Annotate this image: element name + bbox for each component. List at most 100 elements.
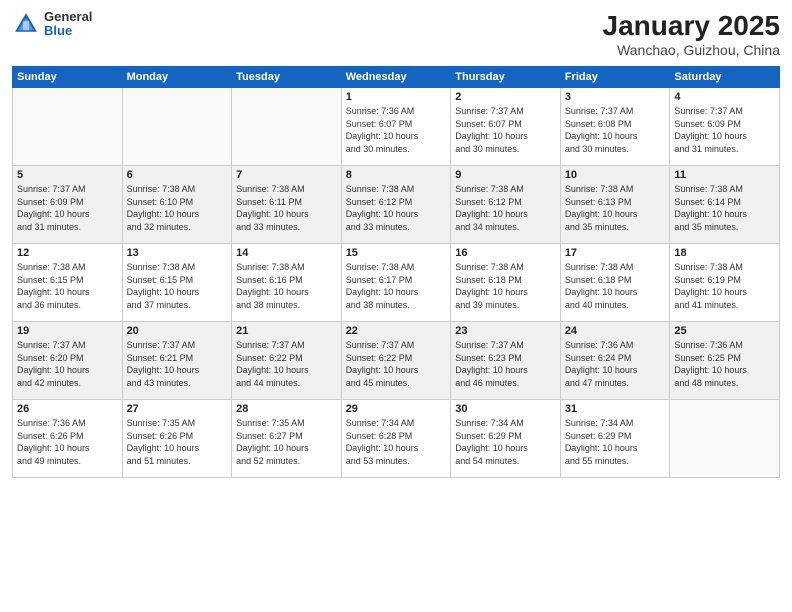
day-info: Sunrise: 7:34 AM Sunset: 6:29 PM Dayligh…	[565, 417, 666, 467]
day-number: 24	[565, 325, 666, 337]
day-info: Sunrise: 7:38 AM Sunset: 6:19 PM Dayligh…	[674, 261, 775, 311]
day-number: 26	[17, 403, 118, 415]
day-number: 25	[674, 325, 775, 337]
table-row: 4 Sunrise: 7:37 AM Sunset: 6:09 PM Daylig…	[670, 88, 780, 166]
col-tuesday: Tuesday	[232, 67, 342, 88]
col-wednesday: Wednesday	[341, 67, 451, 88]
day-number: 22	[346, 325, 447, 337]
day-number: 14	[236, 247, 337, 259]
table-row	[13, 88, 123, 166]
day-number: 18	[674, 247, 775, 259]
table-row: 12Sunrise: 7:38 AM Sunset: 6:15 PM Dayli…	[13, 244, 123, 322]
table-row: 19 Sunrise: 7:37 AM Sunset: 6:20 PM Dayli…	[13, 322, 123, 400]
day-number: 30	[455, 403, 556, 415]
day-number: 5	[17, 169, 118, 181]
table-row: 5 Sunrise: 7:37 AM Sunset: 6:09 PM Daylig…	[13, 166, 123, 244]
day-number: 10	[565, 169, 666, 181]
table-row: 28 Sunrise: 7:35 AM Sunset: 6:27 PM Dayli…	[232, 400, 342, 478]
table-row: 21 Sunrise: 7:37 AM Sunset: 6:22 PM Dayli…	[232, 322, 342, 400]
day-number: 16	[455, 247, 556, 259]
table-row: 3Sunrise: 7:37 AM Sunset: 6:08 PM Daylig…	[560, 88, 670, 166]
day-info: Sunrise: 7:38 AM Sunset: 6:13 PM Dayligh…	[565, 183, 666, 233]
table-row	[122, 88, 232, 166]
day-number: 28	[236, 403, 337, 415]
day-number: 1	[346, 91, 447, 103]
day-number: 7	[236, 169, 337, 181]
header: General Blue January 2025 Wanchao, Guizh…	[12, 10, 780, 58]
table-row: 22 Sunrise: 7:37 AM Sunset: 6:22 PM Dayli…	[341, 322, 451, 400]
table-row: 30 Sunrise: 7:34 AM Sunset: 6:29 PM Dayli…	[451, 400, 561, 478]
day-number: 17	[565, 247, 666, 259]
logo-general-text: General	[44, 10, 92, 24]
col-monday: Monday	[122, 67, 232, 88]
table-row: 24 Sunrise: 7:36 AM Sunset: 6:24 PM Dayli…	[560, 322, 670, 400]
day-info: Sunrise: 7:37 AM Sunset: 6:07 PM Dayligh…	[455, 105, 556, 155]
table-row: 1 Sunrise: 7:36 AM Sunset: 6:07 PM Daylig…	[341, 88, 451, 166]
table-row	[670, 400, 780, 478]
day-number: 29	[346, 403, 447, 415]
table-row: 7 Sunrise: 7:38 AM Sunset: 6:11 PM Daylig…	[232, 166, 342, 244]
col-sunday: Sunday	[13, 67, 123, 88]
day-info: Sunrise: 7:34 AM Sunset: 6:29 PM Dayligh…	[455, 417, 556, 467]
table-row: 20Sunrise: 7:37 AM Sunset: 6:21 PM Dayli…	[122, 322, 232, 400]
day-info: Sunrise: 7:38 AM Sunset: 6:17 PM Dayligh…	[346, 261, 447, 311]
day-number: 13	[127, 247, 228, 259]
day-info: Sunrise: 7:38 AM Sunset: 6:18 PM Dayligh…	[565, 261, 666, 311]
calendar-week-row: 1 Sunrise: 7:36 AM Sunset: 6:07 PM Daylig…	[13, 88, 780, 166]
logo-text: General Blue	[44, 10, 92, 39]
table-row: 8Sunrise: 7:38 AM Sunset: 6:12 PM Daylig…	[341, 166, 451, 244]
table-row: 11Sunrise: 7:38 AM Sunset: 6:14 PM Dayli…	[670, 166, 780, 244]
day-info: Sunrise: 7:38 AM Sunset: 6:11 PM Dayligh…	[236, 183, 337, 233]
day-number: 8	[346, 169, 447, 181]
day-number: 4	[674, 91, 775, 103]
calendar-table: Sunday Monday Tuesday Wednesday Thursday…	[12, 66, 780, 478]
table-row: 17 Sunrise: 7:38 AM Sunset: 6:18 PM Dayli…	[560, 244, 670, 322]
table-row: 10 Sunrise: 7:38 AM Sunset: 6:13 PM Dayli…	[560, 166, 670, 244]
table-row: 31Sunrise: 7:34 AM Sunset: 6:29 PM Dayli…	[560, 400, 670, 478]
table-row: 2 Sunrise: 7:37 AM Sunset: 6:07 PM Daylig…	[451, 88, 561, 166]
table-row: 23Sunrise: 7:37 AM Sunset: 6:23 PM Dayli…	[451, 322, 561, 400]
table-row: 14 Sunrise: 7:38 AM Sunset: 6:16 PM Dayli…	[232, 244, 342, 322]
table-row: 25Sunrise: 7:36 AM Sunset: 6:25 PM Dayli…	[670, 322, 780, 400]
day-info: Sunrise: 7:36 AM Sunset: 6:07 PM Dayligh…	[346, 105, 447, 155]
day-info: Sunrise: 7:35 AM Sunset: 6:27 PM Dayligh…	[236, 417, 337, 467]
day-info: Sunrise: 7:37 AM Sunset: 6:21 PM Dayligh…	[127, 339, 228, 389]
day-info: Sunrise: 7:37 AM Sunset: 6:22 PM Dayligh…	[346, 339, 447, 389]
day-info: Sunrise: 7:38 AM Sunset: 6:18 PM Dayligh…	[455, 261, 556, 311]
day-info: Sunrise: 7:37 AM Sunset: 6:08 PM Dayligh…	[565, 105, 666, 155]
day-number: 21	[236, 325, 337, 337]
table-row: 26Sunrise: 7:36 AM Sunset: 6:26 PM Dayli…	[13, 400, 123, 478]
table-row: 29 Sunrise: 7:34 AM Sunset: 6:28 PM Dayli…	[341, 400, 451, 478]
day-number: 27	[127, 403, 228, 415]
calendar-subtitle: Wanchao, Guizhou, China	[603, 42, 780, 58]
logo: General Blue	[12, 10, 92, 39]
day-number: 19	[17, 325, 118, 337]
day-number: 2	[455, 91, 556, 103]
day-info: Sunrise: 7:37 AM Sunset: 6:09 PM Dayligh…	[17, 183, 118, 233]
day-number: 9	[455, 169, 556, 181]
day-number: 12	[17, 247, 118, 259]
calendar-week-row: 5 Sunrise: 7:37 AM Sunset: 6:09 PM Daylig…	[13, 166, 780, 244]
table-row: 16 Sunrise: 7:38 AM Sunset: 6:18 PM Dayli…	[451, 244, 561, 322]
col-friday: Friday	[560, 67, 670, 88]
day-info: Sunrise: 7:38 AM Sunset: 6:16 PM Dayligh…	[236, 261, 337, 311]
table-row: 6Sunrise: 7:38 AM Sunset: 6:10 PM Daylig…	[122, 166, 232, 244]
day-info: Sunrise: 7:34 AM Sunset: 6:28 PM Dayligh…	[346, 417, 447, 467]
logo-blue-text: Blue	[44, 24, 92, 38]
col-thursday: Thursday	[451, 67, 561, 88]
day-info: Sunrise: 7:37 AM Sunset: 6:09 PM Dayligh…	[674, 105, 775, 155]
day-info: Sunrise: 7:38 AM Sunset: 6:10 PM Dayligh…	[127, 183, 228, 233]
day-info: Sunrise: 7:36 AM Sunset: 6:24 PM Dayligh…	[565, 339, 666, 389]
calendar-week-row: 12Sunrise: 7:38 AM Sunset: 6:15 PM Dayli…	[13, 244, 780, 322]
day-info: Sunrise: 7:37 AM Sunset: 6:23 PM Dayligh…	[455, 339, 556, 389]
logo-icon	[12, 10, 40, 38]
day-info: Sunrise: 7:38 AM Sunset: 6:12 PM Dayligh…	[455, 183, 556, 233]
day-info: Sunrise: 7:37 AM Sunset: 6:20 PM Dayligh…	[17, 339, 118, 389]
calendar-header-row: Sunday Monday Tuesday Wednesday Thursday…	[13, 67, 780, 88]
page: General Blue January 2025 Wanchao, Guizh…	[0, 0, 792, 612]
col-saturday: Saturday	[670, 67, 780, 88]
day-info: Sunrise: 7:37 AM Sunset: 6:22 PM Dayligh…	[236, 339, 337, 389]
day-number: 15	[346, 247, 447, 259]
calendar-title: January 2025	[603, 10, 780, 42]
table-row: 15 Sunrise: 7:38 AM Sunset: 6:17 PM Dayli…	[341, 244, 451, 322]
